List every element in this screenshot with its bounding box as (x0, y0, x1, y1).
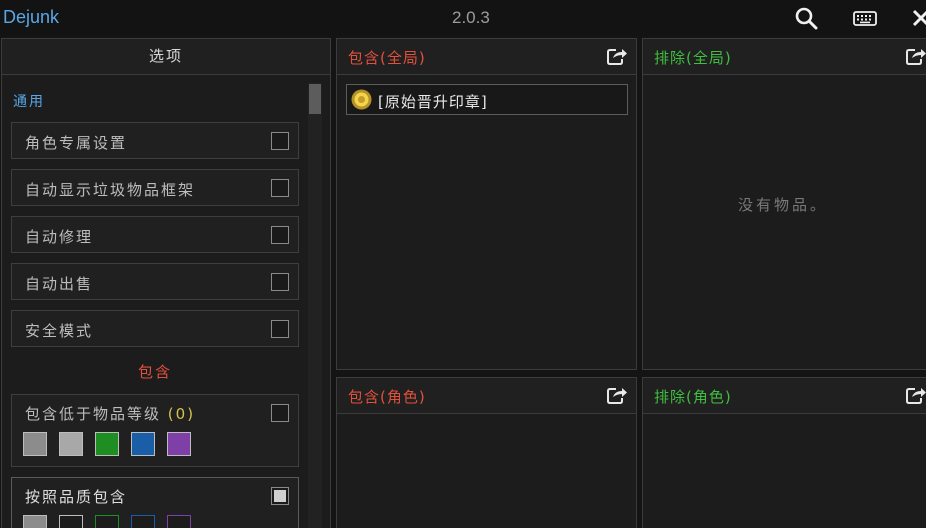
title-bar: Dejunk 2.0.3 (0, 0, 926, 36)
option-label: 自动修理 (25, 228, 94, 246)
panel-title: 排除(全局) (654, 49, 732, 67)
quality-epic-toggle[interactable] (167, 515, 191, 528)
checkbox[interactable] (271, 320, 289, 338)
section-include-label: 包含 (137, 363, 172, 381)
seal-icon (351, 89, 372, 110)
list-item[interactable]: [原始晋升印章] (346, 84, 628, 115)
item-level-open: ( (167, 405, 176, 423)
version-label: 2.0.3 (452, 8, 490, 27)
quality-poor-toggle[interactable] (23, 515, 47, 528)
checkbox[interactable] (271, 226, 289, 244)
exclude-character-panel: 排除(角色) (642, 377, 926, 528)
option-safe-mode[interactable]: 安全模式 (11, 310, 299, 347)
option-auto-repair[interactable]: 自动修理 (11, 216, 299, 253)
option-label: 角色专属设置 (25, 134, 128, 152)
quality-epic-swatch[interactable] (167, 432, 191, 456)
quality-rare-toggle[interactable] (131, 515, 155, 528)
option-include-by-quality[interactable]: 按照品质包含 (11, 477, 299, 528)
checkbox[interactable] (271, 404, 289, 422)
checkbox[interactable] (271, 273, 289, 291)
close-icon[interactable] (908, 5, 926, 31)
export-icon[interactable] (606, 46, 628, 66)
panel-header: 包含(角色) (337, 378, 636, 414)
include-character-panel: 包含(角色) (336, 377, 637, 528)
search-icon[interactable] (793, 5, 819, 31)
checkbox[interactable] (271, 179, 289, 197)
export-icon[interactable] (905, 385, 926, 405)
option-auto-sell[interactable]: 自动出售 (11, 263, 299, 300)
option-character-specific[interactable]: 角色专属设置 (11, 122, 299, 159)
include-global-panel: 包含(全局) [原始晋升印章] (336, 38, 637, 370)
quality-poor-swatch[interactable] (23, 432, 47, 456)
option-label: 自动出售 (25, 275, 94, 293)
item-level-close: ) (187, 405, 196, 423)
scroll-thumb[interactable] (309, 84, 321, 114)
option-auto-show-junk-frame[interactable]: 自动显示垃圾物品框架 (11, 169, 299, 206)
keyboard-icon[interactable] (852, 5, 878, 31)
app-title: Dejunk (3, 7, 60, 27)
option-label: 按照品质包含 (25, 488, 128, 506)
option-include-below-item-level[interactable]: 包含低于物品等级 (0) (11, 394, 299, 467)
options-panel: 选项 通用 角色专属设置 自动显示垃圾物品框架 自动修理 自动出售 安全模式 包… (1, 38, 331, 528)
item-level-count: 0 (175, 405, 188, 423)
item-name: [原始晋升印章] (378, 93, 488, 111)
options-header: 选项 (2, 39, 330, 75)
option-label: 安全模式 (25, 322, 94, 340)
panel-header: 排除(角色) (643, 378, 926, 414)
panel-title: 排除(角色) (654, 388, 732, 406)
section-general-label: 通用 (13, 94, 45, 110)
exclude-global-panel: 排除(全局) 没有物品。 (642, 38, 926, 370)
quality-common-swatch[interactable] (59, 432, 83, 456)
options-scrollbar[interactable] (308, 83, 322, 528)
quality-uncommon-swatch[interactable] (95, 432, 119, 456)
quality-rare-swatch[interactable] (131, 432, 155, 456)
checkbox[interactable] (271, 487, 289, 505)
quality-uncommon-toggle[interactable] (95, 515, 119, 528)
option-label: 包含低于物品等级 (0) (25, 405, 196, 423)
panel-header: 包含(全局) (337, 39, 636, 75)
panel-header: 排除(全局) (643, 39, 926, 75)
empty-list-text: 没有物品。 (737, 196, 828, 214)
quality-common-toggle[interactable] (59, 515, 83, 528)
export-icon[interactable] (905, 46, 926, 66)
option-label: 自动显示垃圾物品框架 (25, 181, 196, 199)
panel-title: 包含(角色) (348, 388, 426, 406)
panel-title: 包含(全局) (348, 49, 426, 67)
checkbox[interactable] (271, 132, 289, 150)
export-icon[interactable] (606, 385, 628, 405)
